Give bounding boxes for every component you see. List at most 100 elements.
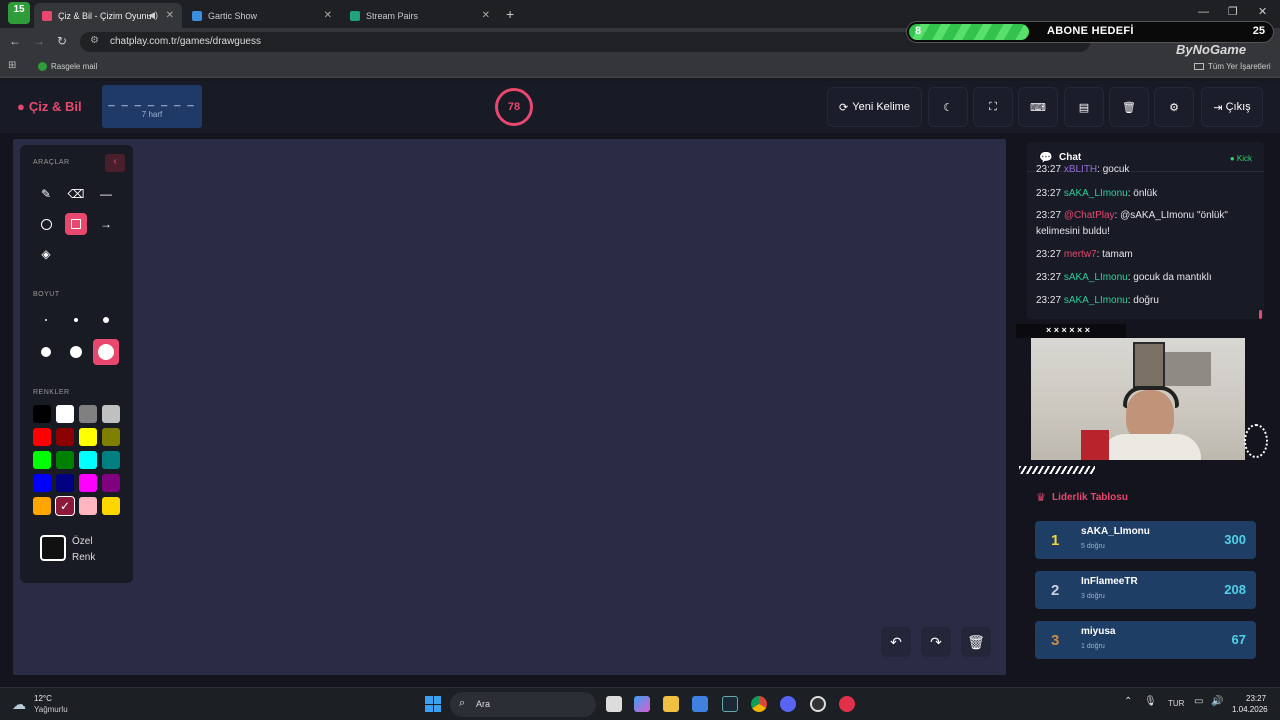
close-tab-icon[interactable]: ✕	[166, 10, 174, 21]
weather-desc: Yağmurlu	[34, 705, 68, 714]
color-swatch[interactable]	[33, 405, 51, 423]
minimize-button[interactable]: —	[1198, 6, 1209, 18]
color-swatch[interactable]	[102, 451, 120, 469]
arrow-tool[interactable]: →	[95, 213, 117, 235]
color-swatch[interactable]	[79, 405, 97, 423]
chat-scrollbar[interactable]	[1259, 310, 1262, 319]
undo-button[interactable]: ↶	[881, 627, 911, 657]
eraser-tool[interactable]: ⌫	[65, 183, 87, 205]
chat-username[interactable]: xBLITH	[1064, 164, 1097, 175]
search-icon: ⌕	[459, 697, 466, 709]
new-tab-button[interactable]: +	[506, 6, 514, 22]
size-6[interactable]	[93, 339, 119, 365]
size-2[interactable]	[63, 307, 89, 333]
leaderboard-title: Liderlik Tablosu	[1052, 492, 1128, 503]
chat-username[interactable]: sAKA_LImonu	[1064, 295, 1128, 306]
opera-icon[interactable]	[839, 696, 855, 712]
store-icon[interactable]	[692, 696, 708, 712]
archive-button[interactable]: ▤	[1064, 87, 1104, 127]
all-bookmarks[interactable]: Tüm Yer İşaretleri	[1194, 62, 1271, 71]
volume-icon[interactable]: 🔊	[1211, 696, 1223, 707]
settings-button[interactable]: ⚙	[1154, 87, 1194, 127]
color-swatch[interactable]: ✓	[55, 496, 75, 516]
colors-section-title: RENKLER	[33, 389, 70, 396]
size-3[interactable]	[93, 307, 119, 333]
drawing-canvas[interactable]	[13, 139, 1006, 675]
tab-gartic[interactable]: Gartic Show ✕	[184, 3, 340, 28]
clear-canvas-button[interactable]: 🗑	[961, 627, 991, 657]
forward-icon[interactable]: →	[33, 34, 45, 48]
close-tab-icon[interactable]: ✕	[324, 10, 332, 21]
color-swatch[interactable]	[102, 428, 120, 446]
microphone-icon[interactable]: 🎙	[1144, 696, 1157, 707]
copilot-icon[interactable]	[634, 696, 650, 712]
chat-username[interactable]: mertw7	[1064, 249, 1097, 260]
profile-badge[interactable]: 15	[8, 2, 30, 24]
tab-cizbil[interactable]: Çiz & Bil - Çizim Oyunu ◀) ✕	[34, 3, 182, 28]
mute-icon[interactable]: ◀)	[148, 10, 158, 21]
language-indicator[interactable]: TUR	[1168, 699, 1184, 708]
taskbar-search[interactable]: ⌕ Ara	[450, 692, 596, 717]
close-window-button[interactable]: ✕	[1258, 5, 1267, 18]
line-icon: —	[100, 187, 112, 201]
chat-username[interactable]: @ChatPlay	[1064, 210, 1115, 221]
color-swatch[interactable]	[56, 405, 74, 423]
brush-tool[interactable]: ✎	[35, 183, 57, 205]
color-swatch[interactable]	[56, 474, 74, 492]
network-icon[interactable]: ▭	[1194, 696, 1203, 707]
size-4[interactable]	[33, 339, 59, 365]
fullscreen-button[interactable]: ⛶	[973, 87, 1013, 127]
circle-tool[interactable]	[35, 213, 57, 235]
site-info-icon[interactable]: ⚙	[90, 35, 99, 46]
file-explorer-icon[interactable]	[663, 696, 679, 712]
collapse-panel-button[interactable]: ‹	[105, 154, 125, 172]
color-swatch[interactable]	[102, 497, 120, 515]
rectangle-tool[interactable]	[65, 213, 87, 235]
color-swatch[interactable]	[79, 428, 97, 446]
new-word-button[interactable]: ⟳ Yeni Kelime	[827, 87, 922, 127]
color-swatch[interactable]	[33, 497, 51, 515]
headphones	[1123, 386, 1179, 408]
bookmark-random-mail[interactable]: Rasgele mail	[38, 62, 97, 72]
dark-mode-button[interactable]: ☾	[928, 87, 968, 127]
steam-icon[interactable]	[722, 696, 738, 712]
fill-tool[interactable]: ◈	[35, 243, 57, 265]
color-swatch[interactable]	[56, 451, 74, 469]
leaderboard-row: 2 InFlameeTR 3 doğru 208	[1035, 571, 1256, 609]
color-swatch[interactable]	[79, 474, 97, 492]
exit-button[interactable]: ⇥ Çıkış	[1201, 87, 1263, 127]
color-swatch[interactable]	[79, 451, 97, 469]
back-icon[interactable]: ←	[9, 34, 21, 48]
discord-icon[interactable]	[780, 696, 796, 712]
color-swatch[interactable]	[56, 428, 74, 446]
obs-icon[interactable]	[810, 696, 826, 712]
keyboard-button[interactable]: ⌨	[1018, 87, 1058, 127]
clock-date[interactable]: 1.04.2026	[1232, 705, 1268, 714]
maximize-button[interactable]: ❐	[1228, 5, 1238, 18]
color-swatch[interactable]	[33, 428, 51, 446]
custom-color-picker[interactable]	[40, 535, 66, 561]
apps-grid-icon[interactable]: ⊞	[8, 60, 16, 71]
start-button[interactable]	[425, 696, 441, 712]
color-swatch[interactable]	[79, 497, 97, 515]
tab-stream-pairs[interactable]: Stream Pairs ✕	[342, 3, 498, 28]
size-dot	[103, 317, 109, 323]
size-1[interactable]	[33, 307, 59, 333]
chrome-icon[interactable]	[751, 696, 767, 712]
line-tool[interactable]: —	[95, 183, 117, 205]
tray-chevron-icon[interactable]: ⌃	[1124, 696, 1132, 707]
color-swatch[interactable]	[102, 405, 120, 423]
color-swatch[interactable]	[33, 451, 51, 469]
task-view-icon[interactable]	[606, 696, 622, 712]
size-5[interactable]	[63, 339, 89, 365]
clock-time[interactable]: 23:27	[1246, 694, 1266, 703]
reload-icon[interactable]: ↻	[57, 34, 67, 48]
color-swatch[interactable]	[33, 474, 51, 492]
chat-username[interactable]: sAKA_LImonu	[1064, 272, 1128, 283]
close-tab-icon[interactable]: ✕	[482, 10, 490, 21]
trash-button[interactable]: 🗑	[1109, 87, 1149, 127]
chat-username[interactable]: sAKA_LImonu	[1064, 188, 1128, 199]
redo-button[interactable]: ↷	[921, 627, 951, 657]
color-swatch[interactable]	[102, 474, 120, 492]
brush-icon: ✎	[40, 187, 52, 201]
